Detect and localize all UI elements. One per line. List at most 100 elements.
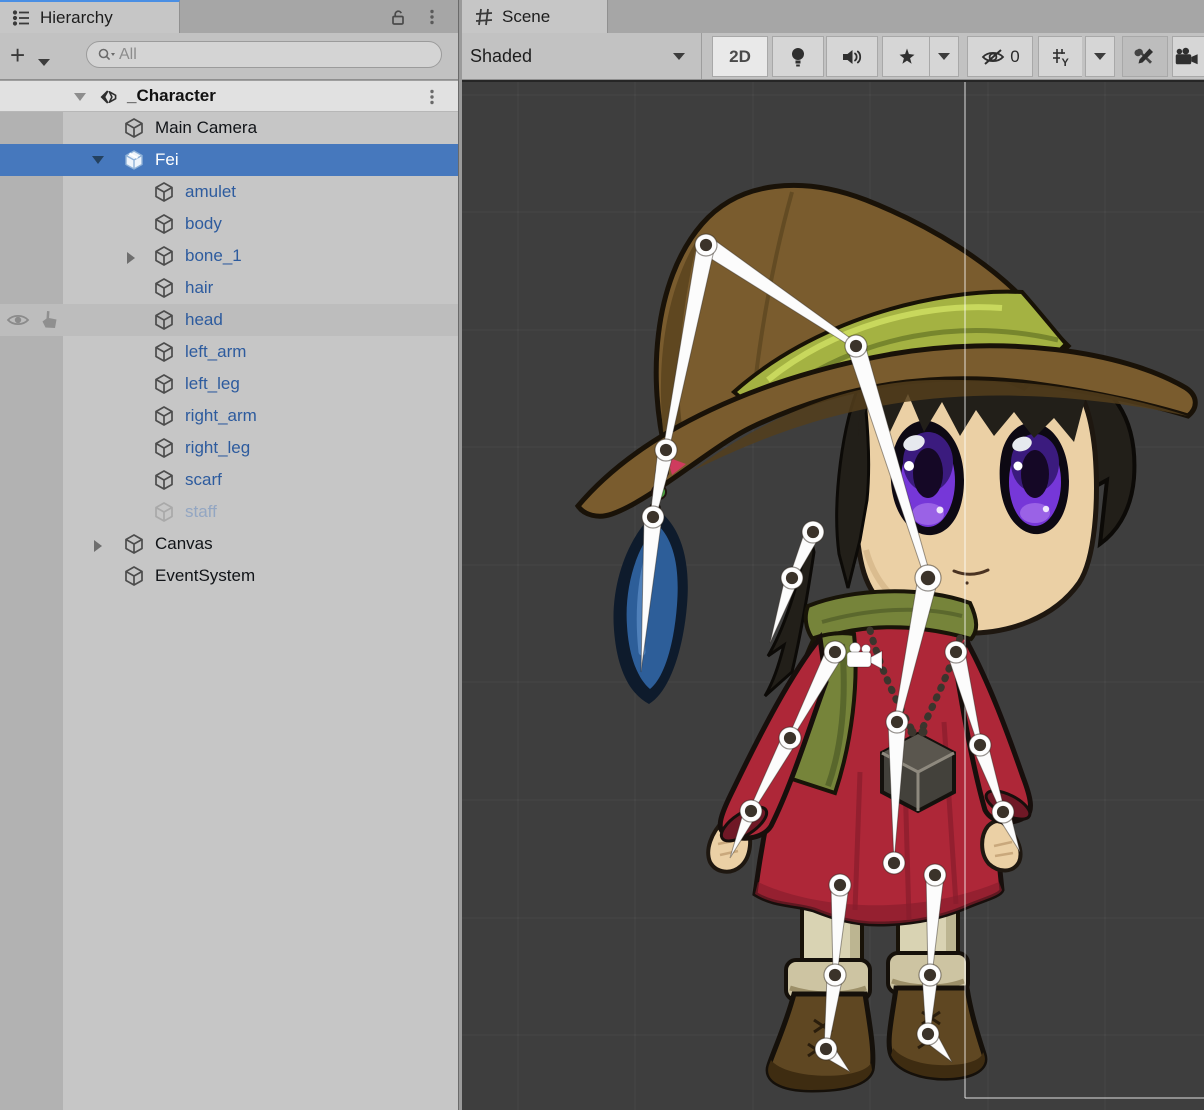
bone-joint-center-l-wrist [745, 805, 757, 817]
item-label: staff [185, 496, 217, 528]
bone-joint-center-chin [921, 571, 935, 585]
item-label: Main Camera [155, 112, 257, 144]
search-field[interactable] [86, 41, 442, 68]
scene-toolbar: Shaded 2D [462, 33, 1204, 80]
video-camera-icon [1173, 46, 1204, 68]
gameobject-cube-icon [153, 405, 175, 427]
grid-visibility-button[interactable]: Y [1038, 36, 1082, 77]
chevron-down-icon[interactable] [92, 156, 104, 164]
item-label: left_arm [185, 336, 246, 368]
eye-slash-icon [980, 46, 1006, 68]
wrench-pencil-icon [1133, 45, 1157, 69]
component-tools-button[interactable] [1122, 36, 1168, 77]
bone-joint-center-hair-a [807, 526, 819, 538]
hierarchy-item-amulet[interactable]: amulet [0, 176, 458, 208]
hierarchy-item-right-leg[interactable]: right_leg [0, 432, 458, 464]
grid-dropdown-button[interactable] [1085, 36, 1115, 77]
lock-button[interactable] [386, 5, 410, 29]
bone-joint-center-r-knee [924, 969, 936, 981]
hierarchy-tab-label: Hierarchy [40, 8, 113, 28]
gameobject-cube-icon [153, 469, 175, 491]
gameobject-cube-icon [153, 501, 175, 523]
grid-axis-icon: Y [1049, 45, 1073, 69]
camera-settings-button[interactable] [1172, 36, 1204, 77]
hierarchy-item-canvas[interactable]: Canvas [0, 528, 458, 560]
bone-joint-center-feather [647, 511, 659, 523]
chevron-right-icon[interactable] [94, 540, 102, 552]
hierarchy-item-body[interactable]: body [0, 208, 458, 240]
effects-toggle-button[interactable] [882, 36, 930, 77]
hierarchy-item-head[interactable]: head [0, 304, 458, 336]
lighting-toggle-button[interactable] [772, 36, 824, 77]
hierarchy-list-icon [12, 8, 32, 28]
hierarchy-tree: _Character Main CameraFeiamuletbodybone_… [0, 80, 458, 1110]
chevron-down-icon [938, 53, 950, 60]
gameobject-cube-icon [153, 341, 175, 363]
bone-joint-center-l-knee [829, 969, 841, 981]
hierarchy-item-staff[interactable]: staff [0, 496, 458, 528]
kebab-menu-icon[interactable] [424, 86, 440, 108]
unlock-icon [389, 8, 407, 26]
tab-hierarchy[interactable]: Hierarchy [0, 0, 180, 33]
hidden-count-label: 0 [1010, 47, 1019, 67]
item-label: EventSystem [155, 560, 255, 592]
unity-editor-window: Hierarchy + [0, 0, 1204, 1110]
hierarchy-item-main-camera[interactable]: Main Camera [0, 112, 458, 144]
bone-joint-center-r-shoulder [950, 646, 962, 658]
create-dropdown-icon[interactable] [38, 59, 50, 66]
hierarchy-item-right-arm[interactable]: right_arm [0, 400, 458, 432]
draw-mode-label: Shaded [470, 33, 532, 79]
boots [768, 988, 985, 1090]
draw-mode-dropdown[interactable]: Shaded [462, 33, 702, 79]
gameobject-cube-icon [123, 565, 145, 587]
gameobject-cube-icon [153, 373, 175, 395]
gameobject-cube-icon [153, 181, 175, 203]
item-label: Canvas [155, 528, 213, 560]
item-label: amulet [185, 176, 236, 208]
chevron-right-icon[interactable] [127, 252, 135, 264]
hierarchy-item-left-arm[interactable]: left_arm [0, 336, 458, 368]
hierarchy-item-hair[interactable]: hair [0, 272, 458, 304]
scene-grid-icon [474, 7, 494, 27]
bone-joint-center-hat-band [850, 340, 862, 352]
scene-viewport[interactable] [462, 80, 1204, 1110]
scene-header-row[interactable]: _Character [0, 80, 458, 112]
search-input[interactable] [117, 45, 401, 65]
pick-hand-icon[interactable] [38, 309, 62, 331]
bone-joint-center-spine-2 [891, 716, 903, 728]
bone-joint-center-r-wrist [997, 806, 1009, 818]
bone-joint-center-pelvis [888, 857, 900, 869]
tab-scene[interactable]: Scene [462, 0, 608, 33]
effects-dropdown-button[interactable] [929, 36, 959, 77]
2d-toggle-button[interactable]: 2D [712, 36, 768, 77]
hierarchy-item-bone-1[interactable]: bone_1 [0, 240, 458, 272]
scene-view-canvas[interactable] [462, 82, 1204, 1110]
item-label: bone_1 [185, 240, 242, 272]
audio-toggle-button[interactable] [826, 36, 878, 77]
bone-joint-center-r-hip [929, 869, 941, 881]
hierarchy-item-fei[interactable]: Fei [0, 144, 458, 176]
search-icon [97, 47, 117, 63]
grid-axis-letter: Y [1061, 57, 1069, 69]
gameobject-cube-icon [123, 117, 145, 139]
hidden-objects-button[interactable]: 0 [967, 36, 1033, 77]
hierarchy-item-eventsystem[interactable]: EventSystem [0, 560, 458, 592]
hierarchy-panel: Hierarchy + [0, 0, 458, 1110]
unity-scene-icon [96, 86, 120, 108]
hierarchy-item-left-leg[interactable]: left_leg [0, 368, 458, 400]
character-sprite-fei[interactable] [578, 185, 1195, 1090]
chevron-down-icon[interactable] [74, 93, 86, 101]
hierarchy-item-scarf[interactable]: scarf [0, 464, 458, 496]
item-label: body [185, 208, 222, 240]
panel-menu-button[interactable] [420, 5, 444, 29]
bone-joint-center-l-ankle [820, 1043, 832, 1055]
lightbulb-icon [787, 45, 809, 69]
eye-icon[interactable] [6, 309, 30, 331]
create-button[interactable]: + [10, 42, 25, 68]
prefab-cube-icon [123, 149, 145, 171]
bone-joint-center-hair-b [786, 572, 798, 584]
gameobject-cube-icon [153, 245, 175, 267]
chevron-down-icon [1094, 53, 1106, 60]
2d-label: 2D [729, 47, 751, 67]
bone-joint-center-r-ankle [922, 1028, 934, 1040]
